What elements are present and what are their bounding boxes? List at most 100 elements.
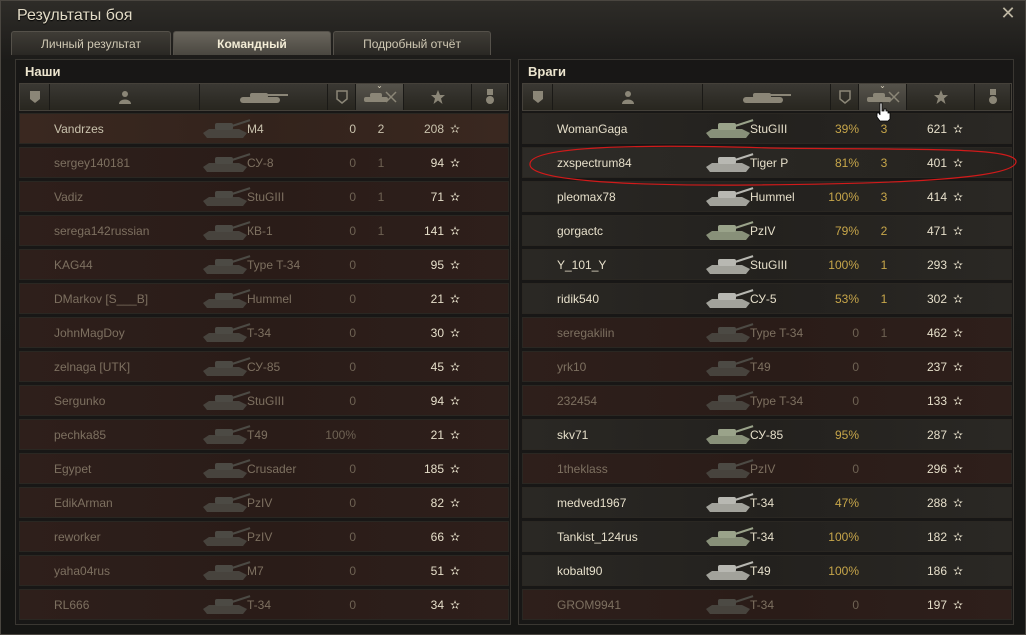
- player-name: reworker: [54, 530, 101, 544]
- table-row[interactable]: zelnaga [UTK] СУ-85 0 45 ✫: [19, 351, 509, 382]
- vehicle-column-header[interactable]: [703, 84, 831, 110]
- table-row[interactable]: Tankist_124rus T-34 100% 182 ✫: [522, 521, 1012, 552]
- table-row[interactable]: zxspectrum84 Tiger P 81% 3 401 ✫: [522, 147, 1012, 178]
- kills-value: 1: [377, 156, 385, 170]
- tab-team-result[interactable]: Командный результат: [173, 31, 331, 75]
- table-row[interactable]: 1theklass PzIV 0 296 ✫: [522, 453, 1012, 484]
- survival-column-header[interactable]: [328, 84, 356, 110]
- kills-value: 1: [880, 292, 888, 306]
- xp-value: 293: [926, 258, 947, 272]
- tank-icon: [193, 352, 253, 381]
- table-row[interactable]: RL666 T-34 0 34 ✫: [19, 589, 509, 620]
- tank-icon: [696, 386, 756, 415]
- table-row[interactable]: GROM9941 T-34 0 197 ✫: [522, 589, 1012, 620]
- star-icon: ✫: [449, 428, 461, 442]
- tank-icon: [193, 522, 253, 551]
- player-name: KAG44: [54, 258, 93, 272]
- player-name: medved1967: [557, 496, 627, 510]
- star-icon: ✫: [449, 496, 461, 510]
- table-row[interactable]: ridik540 СУ-5 53% 1 302 ✫: [522, 283, 1012, 314]
- table-row[interactable]: medved1967 T-34 47% 288 ✫: [522, 487, 1012, 518]
- table-row[interactable]: yrk10 T49 0 237 ✫: [522, 351, 1012, 382]
- survival-value: 0: [349, 598, 356, 612]
- table-row[interactable]: DMarkov [S___B] Hummel 0 21 ✫: [19, 283, 509, 314]
- table-row[interactable]: seregakilin Type T-34 0 1 462 ✫: [522, 317, 1012, 348]
- survival-column-header[interactable]: [831, 84, 859, 110]
- table-row[interactable]: gorgactc PzIV 79% 2 471 ✫: [522, 215, 1012, 246]
- table-row[interactable]: pechka85 T49 100% 21 ✫: [19, 419, 509, 450]
- player-name: JohnMagDoy: [54, 326, 125, 340]
- table-row[interactable]: kobalt90 T49 100% 186 ✫: [522, 555, 1012, 586]
- table-row[interactable]: Vandrzes M4 0 2 208 ✫: [19, 113, 509, 144]
- medal-column-header[interactable]: [975, 84, 1011, 110]
- xp-value: 462: [926, 326, 947, 340]
- table-row[interactable]: WomanGaga StuGIII 39% 3 621 ✫: [522, 113, 1012, 144]
- table-row[interactable]: serega142russian КВ-1 0 1 141 ✫: [19, 215, 509, 246]
- survival-value: 0: [349, 394, 356, 408]
- survival-value: 0: [349, 462, 356, 476]
- survival-value: 53%: [834, 292, 859, 306]
- table-row[interactable]: KAG44 Type T-34 0 95 ✫: [19, 249, 509, 280]
- table-row[interactable]: yaha04rus M7 0 51 ✫: [19, 555, 509, 586]
- star-icon: ✫: [449, 326, 461, 340]
- xp-value: 414: [926, 190, 947, 204]
- xp-value: 296: [926, 462, 947, 476]
- kills-value: 1: [377, 224, 385, 238]
- close-icon[interactable]: ✕: [999, 5, 1017, 23]
- kills-value: 1: [880, 258, 888, 272]
- table-row[interactable]: pleomax78 Hummel 100% 3 414 ✫: [522, 181, 1012, 212]
- tank-icon: [696, 216, 756, 245]
- vehicle-column-header[interactable]: [200, 84, 328, 110]
- table-row[interactable]: Vadiz StuGIII 0 1 71 ✫: [19, 181, 509, 212]
- tank-icon: [696, 556, 756, 585]
- tab-bar: Личный результат Командный результат Под…: [11, 31, 491, 75]
- xp-value: 95: [430, 258, 444, 272]
- tank-icon: [696, 454, 756, 483]
- rank-column-header[interactable]: [523, 84, 553, 110]
- table-row[interactable]: skv71 СУ-85 95% 287 ✫: [522, 419, 1012, 450]
- player-column-header[interactable]: [50, 84, 200, 110]
- tank-icon: [193, 556, 253, 585]
- kills-column-header[interactable]: ⌄: [356, 81, 404, 110]
- table-row[interactable]: EdikArman PzIV 0 82 ✫: [19, 487, 509, 518]
- player-column-header[interactable]: [553, 84, 703, 110]
- survival-value: 0: [349, 326, 356, 340]
- rank-column-header[interactable]: [20, 84, 50, 110]
- xp-value: 621: [926, 122, 947, 136]
- kills-column-header[interactable]: ⌄: [859, 81, 907, 110]
- kills-value: 3: [880, 156, 888, 170]
- tab-detailed-report[interactable]: Подробный отчёт: [333, 31, 491, 55]
- enemies-title: Враги: [528, 64, 566, 79]
- tank-icon: [193, 216, 253, 245]
- table-row[interactable]: 232454 Type T-34 0 133 ✫: [522, 385, 1012, 416]
- xp-value: 197: [926, 598, 947, 612]
- player-name: Egypet: [54, 462, 92, 476]
- table-row[interactable]: Sergunko StuGIII 0 94 ✫: [19, 385, 509, 416]
- star-icon: ✫: [952, 360, 964, 374]
- table-row[interactable]: sergey140181 СУ-8 0 1 94 ✫: [19, 147, 509, 178]
- tab-personal-result[interactable]: Личный результат: [11, 31, 171, 55]
- tank-icon: [696, 352, 756, 381]
- xp-column-header[interactable]: [404, 84, 472, 110]
- sort-arrow-icon: ⌄: [879, 81, 886, 90]
- xp-value: 208: [423, 122, 444, 136]
- medal-column-header[interactable]: [472, 84, 508, 110]
- xp-value: 185: [423, 462, 444, 476]
- xp-value: 21: [430, 428, 444, 442]
- player-name: pleomax78: [557, 190, 616, 204]
- xp-column-header[interactable]: [907, 84, 975, 110]
- kills-value: 2: [880, 224, 888, 238]
- tank-icon: [193, 488, 253, 517]
- table-row[interactable]: Y_101_Y StuGIII 100% 1 293 ✫: [522, 249, 1012, 280]
- star-icon: ✫: [952, 394, 964, 408]
- survival-value: 100%: [828, 258, 859, 272]
- table-row[interactable]: reworker PzIV 0 66 ✫: [19, 521, 509, 552]
- table-row[interactable]: Egypet Crusader 0 185 ✫: [19, 453, 509, 484]
- survival-value: 0: [349, 564, 356, 578]
- star-icon: ✫: [952, 496, 964, 510]
- star-icon: ✫: [952, 190, 964, 204]
- star-icon: ✫: [952, 326, 964, 340]
- star-icon: ✫: [952, 156, 964, 170]
- table-row[interactable]: JohnMagDoy T-34 0 30 ✫: [19, 317, 509, 348]
- tank-icon: [193, 148, 253, 177]
